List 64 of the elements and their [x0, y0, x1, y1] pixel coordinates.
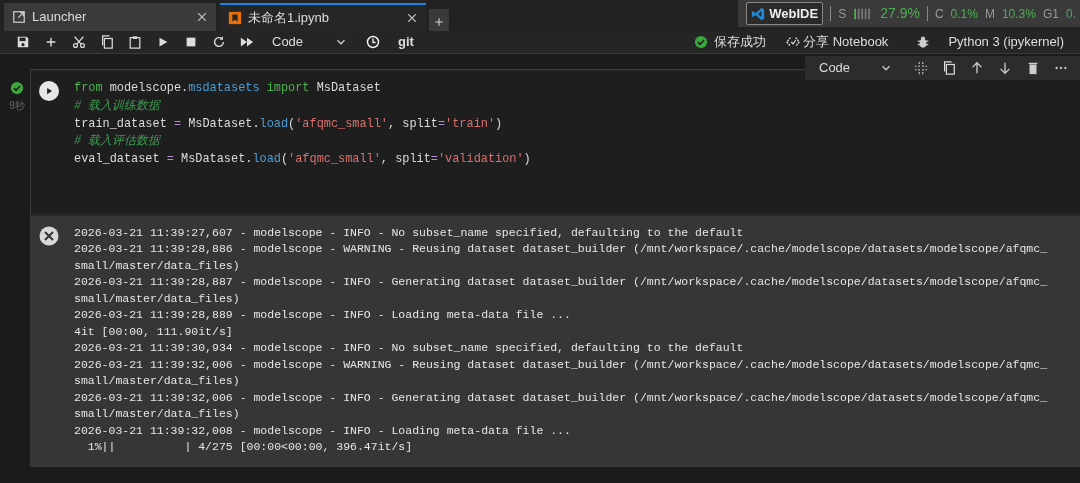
new-tab-button[interactable]: [429, 9, 449, 31]
metric-value: 10.3%: [1001, 5, 1036, 23]
output-line: 4it [00:00, 111.90it/s]: [74, 324, 234, 340]
code-line: eval_dataset = MsDataset.load('afqmc_small', split='validation'): [74, 151, 531, 169]
close-icon[interactable]: [406, 12, 418, 24]
execution-time: 9秒: [9, 99, 25, 113]
output-line: 2026-03-21 11:39:28,886 - modelscope - WARNING - Reusing dataset dataset_builder (/mnt/workspace/.cache/modelscope/datasets/modelscope/afqmc_: [74, 241, 1048, 258]
add-icon: [433, 15, 445, 28]
clock-icon: [366, 35, 380, 49]
bug-icon: [916, 35, 931, 49]
scissors-icon: [72, 35, 86, 49]
collapse-icon: [914, 61, 928, 75]
metric-label: S: [838, 5, 847, 23]
metric-value: 0.1%: [950, 5, 978, 23]
share-icon: [786, 35, 801, 49]
save-icon: [16, 35, 30, 49]
kernel-button[interactable]: Python 3 (ipykernel): [942, 31, 1070, 53]
output-line: small/master/data_files): [74, 291, 241, 307]
clear-output-icon[interactable]: [39, 225, 59, 246]
notebook-icon: [228, 11, 242, 25]
clipboard-icon: [128, 35, 142, 49]
code-line: # 载入评估数据: [74, 133, 162, 151]
output-line: 2026-03-21 11:39:32,006 - modelscope - INFO - Generating dataset dataset_builder (/mnt/workspace/.cache/modelscope/datasets/modelscope/afqmc_: [74, 390, 1048, 406]
tab[interactable]: Launcher: [4, 3, 216, 31]
output-line: 2026-03-21 11:39:28,889 - modelscope - INFO - Loading meta-data file ...: [74, 307, 572, 324]
refresh-icon: [212, 35, 226, 49]
stop-icon: [184, 35, 198, 49]
output-line: small/master/data_files): [74, 373, 241, 390]
fast-forward-icon: [240, 35, 254, 49]
git-button[interactable]: git: [392, 31, 420, 53]
output-line: 1%|| | 4/275 [00:00<00:00, 396.47it/s]: [86, 439, 414, 456]
close-icon[interactable]: [196, 11, 208, 23]
launcher-icon: [12, 10, 26, 24]
metric-label: G1: [1042, 5, 1059, 23]
metric-label: C: [934, 5, 944, 23]
copy-icon: [100, 35, 114, 49]
play-icon: [44, 86, 54, 96]
output-line: 2026-03-21 11:39:32,008 - modelscope - INFO - Loading meta-data file ...: [74, 423, 572, 439]
check-circle-icon: [694, 35, 709, 49]
output-line: 2026-03-21 11:39:27,607 - modelscope - INFO - No subset_name specified, defaulting to the default: [74, 225, 745, 241]
output-line: 2026-03-21 11:39:28,887 - modelscope - INFO - Generating dataset dataset_builder (/mnt/workspace/.cache/modelscope/datasets/modelscope/afqmc_: [74, 274, 1048, 291]
metric-value: 27.9%: [880, 4, 920, 23]
webide-badge[interactable]: WebIDE: [746, 1, 824, 26]
output-line: small/master/data_files): [74, 258, 241, 274]
output-line: 2026-03-21 11:39:30,934 - modelscope - INFO - No subset_name specified, defaulting to the default: [74, 340, 745, 357]
code-line: # 载入训练数据: [74, 97, 162, 115]
output-line: small/master/data_files): [74, 406, 241, 423]
tab[interactable]: 未命名1.ipynb: [220, 3, 426, 31]
copy-icon: [942, 61, 956, 75]
cell-type-dropdown[interactable]: Code: [268, 32, 352, 52]
run-cell-button[interactable]: [39, 81, 59, 101]
save-status: 保存成功: [714, 33, 767, 52]
arrow-up-icon: [970, 61, 984, 75]
trash-icon: [1026, 61, 1040, 75]
code-line: train_dataset = MsDataset.load('afqmc_small', split='train'): [74, 115, 504, 133]
code-line: from modelscope.msdatasets import MsDataset: [74, 80, 382, 97]
metric-value: 0.: [1066, 5, 1076, 23]
cell-type-dropdown[interactable]: Code: [815, 58, 897, 78]
share-button[interactable]: 分享 Notebook: [780, 31, 895, 53]
vscode-logo-icon: [751, 6, 766, 21]
metric-label: M: [984, 5, 995, 23]
output-line: 2026-03-21 11:39:32,006 - modelscope - WARNING - Reusing dataset dataset_builder (/mnt/workspace/.cache/modelscope/datasets/modelscope/afqmc_: [74, 357, 1048, 373]
arrow-down-icon: [998, 61, 1012, 75]
add-icon: [44, 35, 58, 49]
